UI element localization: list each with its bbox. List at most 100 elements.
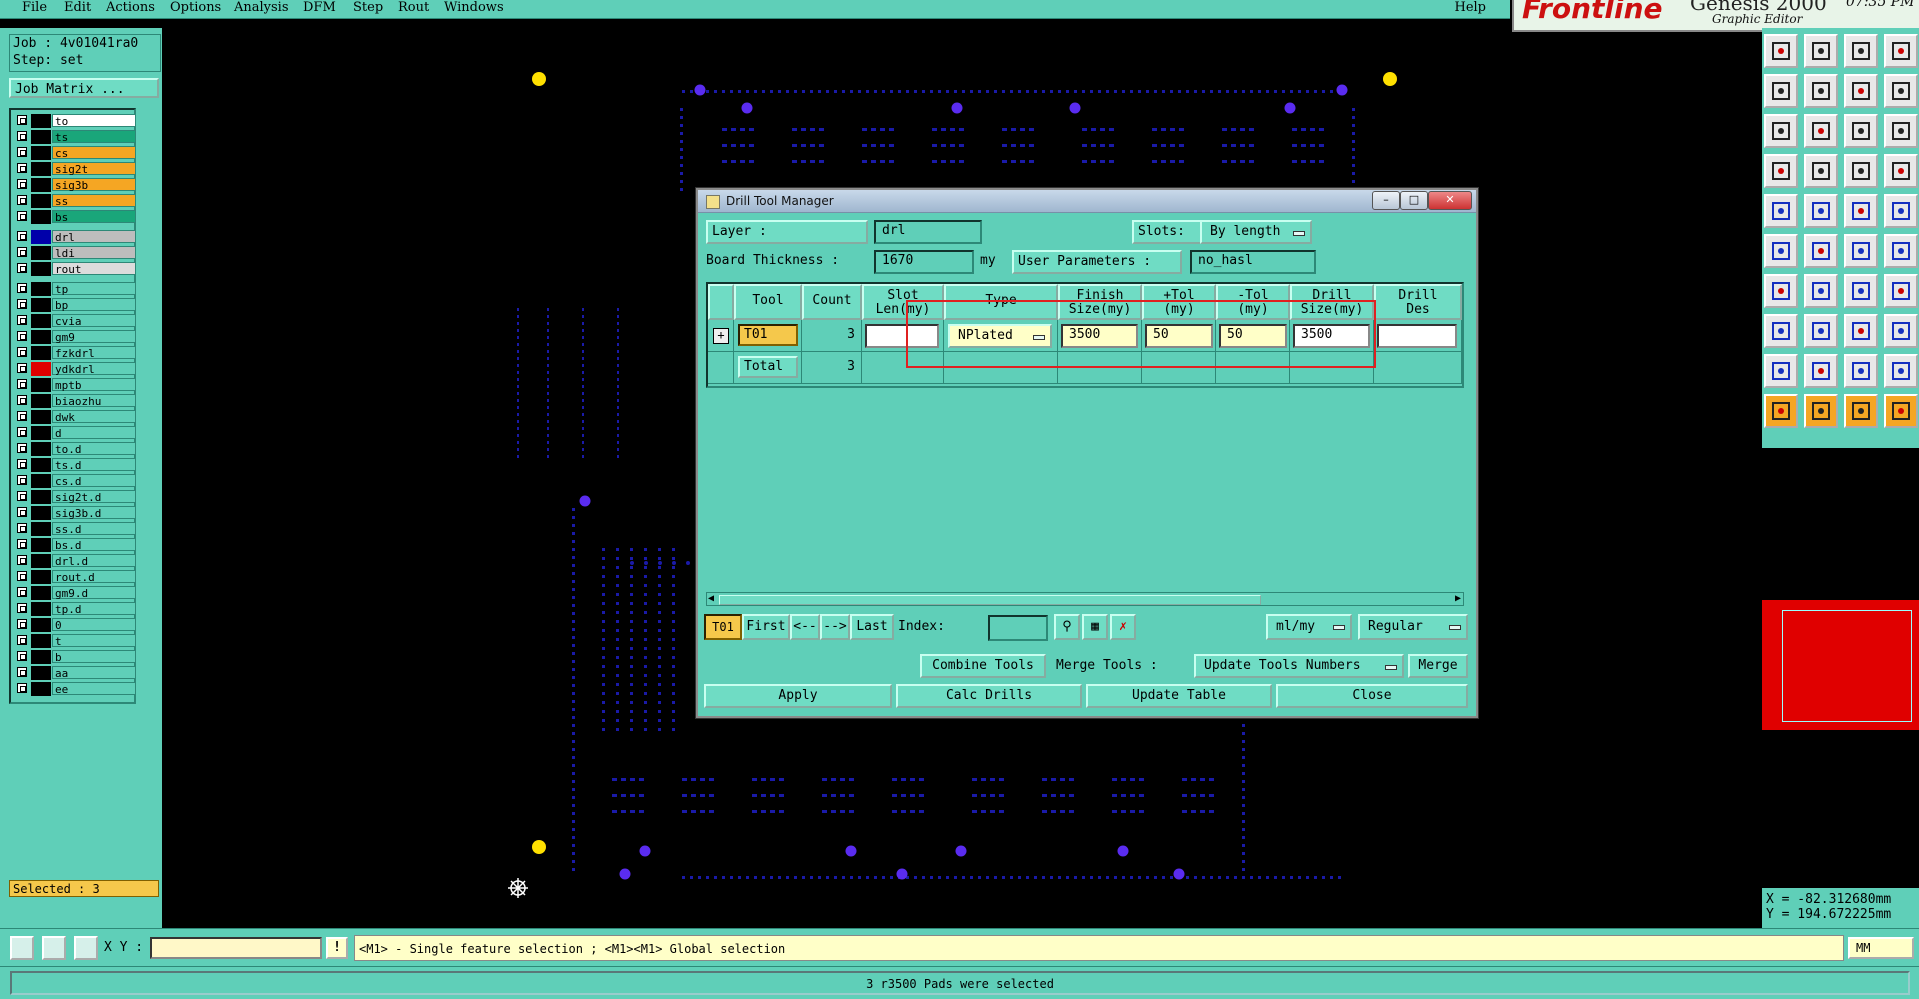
layer-name[interactable]: aa (52, 666, 136, 680)
search-icon[interactable]: ⚲ (1054, 614, 1080, 640)
layer-name[interactable]: b (52, 650, 136, 664)
drill-size-input[interactable]: 3500 (1293, 324, 1370, 348)
scroll-right-icon[interactable]: ▶ (1455, 593, 1461, 605)
layer-indicator[interactable] (31, 130, 51, 144)
snap-net-icon[interactable] (1884, 154, 1918, 188)
layer-indicator[interactable] (31, 114, 51, 128)
minus-tol-input[interactable]: 50 (1219, 324, 1287, 348)
layer-checkbox[interactable] (17, 683, 27, 693)
layer-indicator[interactable] (31, 346, 51, 360)
layer-name[interactable]: tp (52, 282, 136, 296)
layer-indicator[interactable] (31, 230, 51, 244)
layer-checkbox[interactable] (17, 619, 27, 629)
layer-indicator[interactable] (31, 298, 51, 312)
resize-icon[interactable] (1844, 314, 1878, 348)
layer-checkbox[interactable] (17, 411, 27, 421)
close-button[interactable]: Close (1276, 684, 1468, 708)
layer-checkbox[interactable] (17, 299, 27, 309)
layer-name[interactable]: ts (52, 130, 136, 144)
text-icon[interactable] (1884, 274, 1918, 308)
connect-icon[interactable] (1844, 234, 1878, 268)
layer-checkbox[interactable] (17, 147, 27, 157)
menu-analysis[interactable]: Analysis (234, 0, 289, 16)
drill-icon[interactable] (1764, 314, 1798, 348)
layer-indicator[interactable] (31, 262, 51, 276)
calc-drills-button[interactable]: Calc Drills (896, 684, 1082, 708)
table-horizontal-scrollbar[interactable]: ◀ ▶ (706, 592, 1464, 606)
snap-icon[interactable] (1844, 154, 1878, 188)
layer-indicator[interactable] (31, 410, 51, 424)
ruler-icon[interactable] (42, 936, 66, 960)
layer-name[interactable]: rout (52, 262, 136, 276)
layer-name[interactable]: ldi (52, 246, 136, 260)
layer-checkbox[interactable] (17, 115, 27, 125)
job-matrix-button[interactable]: Job Matrix ... (9, 78, 159, 98)
select-icon[interactable] (1804, 394, 1838, 428)
layer-checkbox[interactable] (17, 475, 27, 485)
layer-checkbox[interactable] (17, 603, 27, 613)
board-thickness-field[interactable]: 1670 (874, 250, 974, 274)
eraser-icon[interactable] (1804, 194, 1838, 228)
layer-name[interactable]: sig3b.d (52, 506, 136, 520)
layer-name[interactable]: ss.d (52, 522, 136, 536)
measure-icon[interactable] (1884, 114, 1918, 148)
layer-name[interactable]: mptb (52, 378, 136, 392)
layer-indicator[interactable] (31, 246, 51, 260)
menu-file[interactable]: File (22, 0, 47, 16)
copy-icon[interactable] (1764, 34, 1798, 68)
angle-icon[interactable] (1764, 274, 1798, 308)
layer-name[interactable]: sig2t.d (52, 490, 136, 504)
layer-name[interactable]: ss (52, 194, 136, 208)
layer-name[interactable]: bp (52, 298, 136, 312)
layer-checkbox[interactable] (17, 459, 27, 469)
zoom-window-icon[interactable] (1764, 114, 1798, 148)
grid-icon[interactable] (74, 936, 98, 960)
layer-indicator[interactable] (31, 650, 51, 664)
line2-icon[interactable] (1804, 314, 1838, 348)
layer-indicator[interactable] (31, 666, 51, 680)
paste-icon[interactable] (1804, 34, 1838, 68)
layer-indicator[interactable] (31, 682, 51, 696)
fiducial-pad[interactable] (532, 72, 546, 86)
minimize-icon[interactable]: – (1372, 191, 1400, 210)
mode-dropdown[interactable]: Regular (1358, 614, 1468, 640)
layer-name[interactable]: biaozhu (52, 394, 136, 408)
layer-checkbox[interactable] (17, 283, 27, 293)
update-tools-numbers-dropdown[interactable]: Update Tools Numbers (1194, 654, 1404, 678)
type-dropdown[interactable]: NPlated (948, 324, 1052, 348)
layer-name[interactable]: ee (52, 682, 136, 696)
layer-name[interactable]: d (52, 426, 136, 440)
finish-size-input[interactable]: 3500 (1061, 324, 1138, 348)
grid-icon[interactable] (1804, 154, 1838, 188)
layer-field[interactable]: drl (874, 220, 982, 244)
layer-checkbox[interactable] (17, 315, 27, 325)
menu-rout[interactable]: Rout (398, 0, 429, 16)
slot-len-input[interactable] (865, 324, 939, 348)
menu-actions[interactable]: Actions (106, 0, 155, 16)
layer-checkbox[interactable] (17, 179, 27, 189)
select-net-icon[interactable] (1764, 234, 1798, 268)
layer-checkbox[interactable] (17, 331, 27, 341)
layer-indicator[interactable] (31, 506, 51, 520)
units-dropdown[interactable]: ml/my (1266, 614, 1352, 640)
record-icon[interactable] (1884, 194, 1918, 228)
layer-name[interactable]: cs (52, 146, 136, 160)
layer-checkbox[interactable] (17, 363, 27, 373)
layer-checkbox[interactable] (17, 587, 27, 597)
layer-name[interactable]: ts.d (52, 458, 136, 472)
layer-indicator[interactable] (31, 194, 51, 208)
layer-indicator[interactable] (31, 282, 51, 296)
polygon3-icon[interactable] (1844, 354, 1878, 388)
pointer-icon[interactable] (1764, 394, 1798, 428)
layer-name[interactable]: ydkdrl (52, 362, 136, 376)
layer-checkbox[interactable] (17, 491, 27, 501)
layer-indicator[interactable] (31, 602, 51, 616)
layer-indicator[interactable] (31, 586, 51, 600)
layer-name[interactable]: sig3b (52, 178, 136, 192)
last-button[interactable]: Last (850, 614, 894, 640)
layers-icon[interactable] (1764, 154, 1798, 188)
layer-checkbox[interactable] (17, 379, 27, 389)
close-icon[interactable]: ✕ (1428, 191, 1472, 210)
layer-indicator[interactable] (31, 426, 51, 440)
layer-checkbox[interactable] (17, 427, 27, 437)
